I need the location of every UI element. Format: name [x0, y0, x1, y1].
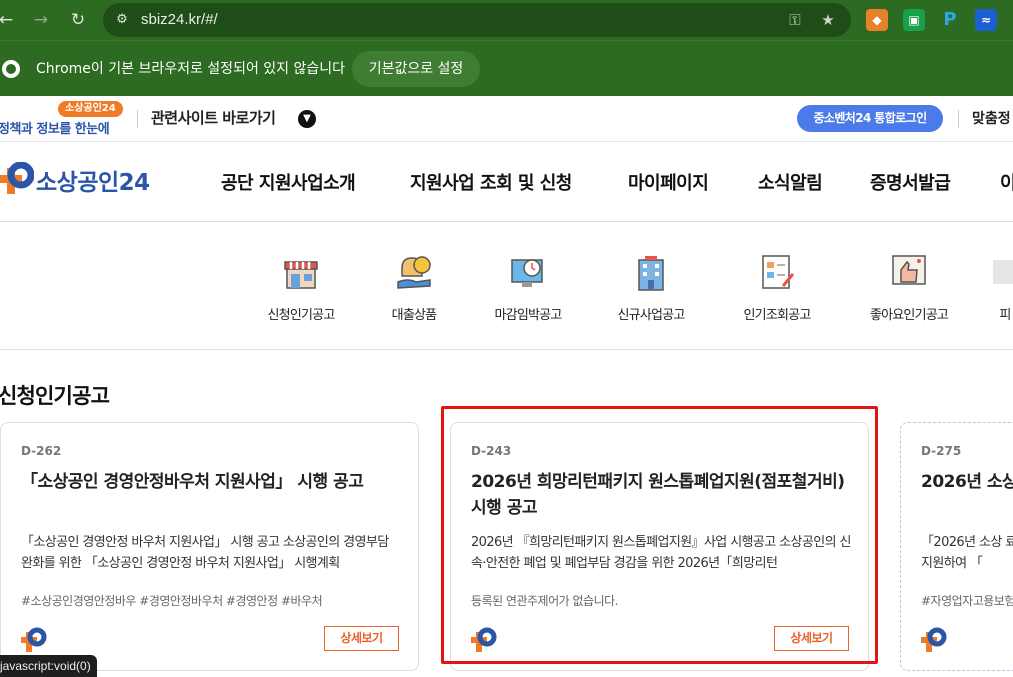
site-info-icon[interactable]: ⚙	[113, 11, 131, 29]
divider	[137, 110, 138, 128]
card-tags: #소상공인경영안정바우 #경영안정바우처 #경영안정 #바우처	[21, 594, 323, 608]
agency-logo-icon	[921, 627, 947, 652]
chrome-icon	[2, 60, 20, 78]
card-title[interactable]: 2026년 소상	[921, 469, 1013, 495]
announcement-card[interactable]: D-262 「소상공인 경영안정바우처 지원사업」 시행 공고 「소상공인 경영…	[0, 422, 419, 671]
key-icon[interactable]: ⚿	[785, 11, 805, 29]
quick-label: 인기조회공고	[743, 308, 812, 323]
dday-badge: D-275	[921, 444, 962, 458]
quick-label: 피	[999, 308, 1011, 323]
agency-logo-icon	[21, 627, 47, 652]
coin-hand-icon	[397, 256, 431, 289]
highlight-box	[441, 406, 878, 664]
brand-badge: 소상공인24	[58, 101, 123, 117]
integrated-login-button[interactable]: 중소벤처24 통합로그인	[797, 105, 943, 132]
quick-new[interactable]: 신규사업공고	[601, 252, 701, 332]
card-tags: #자영업자고용보험	[921, 594, 1013, 608]
dday-badge: D-262	[21, 444, 62, 458]
quick-label: 마감임박공고	[494, 308, 563, 323]
card-description: 「소상공인 경영안정 바우처 지원사업」 시행 공고 소상공인의 경영부담 완화…	[21, 535, 389, 571]
quick-loan[interactable]: 대출상품	[364, 252, 464, 332]
clipboard-icon	[762, 255, 795, 289]
status-url-tooltip: javascript:void(0)	[0, 655, 97, 677]
section-title: 신청인기공고	[0, 384, 110, 408]
wave-extension-icon[interactable]: ≈	[975, 9, 997, 31]
quick-label: 신규사업공고	[617, 308, 686, 323]
quick-label: 신청인기공고	[267, 308, 336, 323]
slogan: 정책과 정보를 한눈에	[0, 122, 110, 137]
quick-label: 대출상품	[391, 308, 437, 323]
fox-extension-icon[interactable]: ◆	[866, 9, 888, 31]
quick-menu: 신청인기공고 대출상품 마감임박공고 신규사업공고 인기조회공고 좋아요인기공고…	[0, 222, 1013, 350]
infobar-message: Chrome이 기본 브라우저로 설정되어 있지 않습니다	[36, 61, 346, 77]
browser-toolbar: ← → ↻ ⚙ sbiz24.kr/#/ ⚿ ★ ◆ ▣ P ≈	[0, 0, 1013, 40]
default-browser-infobar: Chrome이 기본 브라우저로 설정되어 있지 않습니다 기본값으로 설정	[0, 40, 1013, 96]
announcement-card[interactable]: D-275 2026년 소상 「2026년 소상 료를 지원하여 「 #자영업자…	[900, 422, 1013, 671]
custom-link[interactable]: 맞춤정	[972, 108, 1011, 128]
logo-icon[interactable]	[0, 162, 34, 196]
quick-popular-view[interactable]: 인기조회공고	[727, 252, 827, 332]
detail-button[interactable]: 상세보기	[324, 626, 399, 651]
quick-liked[interactable]: 좋아요인기공고	[859, 252, 959, 332]
menu-about[interactable]: 공단 지원사업소개	[221, 169, 356, 195]
card-title[interactable]: 「소상공인 경영안정바우처 지원사업」 시행 공고	[21, 469, 401, 495]
store-icon	[284, 261, 318, 289]
menu-mypage[interactable]: 마이페이지	[628, 169, 709, 195]
quick-more[interactable]: 피	[955, 252, 1013, 332]
partial-icon	[993, 260, 1013, 284]
divider	[958, 110, 959, 128]
menu-support-search[interactable]: 지원사업 조회 및 신청	[410, 169, 572, 195]
menu-more[interactable]: 이	[1000, 169, 1013, 195]
related-sites-link[interactable]: 관련사이트 바로가기	[151, 107, 276, 128]
main-navigation: 소상공인24 공단 지원사업소개 지원사업 조회 및 신청 마이페이지 소식알림…	[0, 142, 1013, 222]
bookmark-star-icon[interactable]: ★	[818, 11, 838, 29]
chevron-down-icon[interactable]: ▼	[298, 110, 316, 128]
quick-deadline[interactable]: 마감임박공고	[478, 252, 578, 332]
back-arrow-icon[interactable]: ←	[0, 8, 18, 32]
url-text[interactable]: sbiz24.kr/#/	[141, 3, 218, 37]
set-default-button[interactable]: 기본값으로 설정	[352, 51, 480, 87]
building-icon	[638, 256, 664, 291]
menu-certificate[interactable]: 증명서발급	[870, 169, 951, 195]
address-bar[interactable]: ⚙ sbiz24.kr/#/ ⚿ ★	[103, 3, 851, 37]
quick-label: 좋아요인기공고	[869, 308, 949, 323]
green-extension-icon[interactable]: ▣	[903, 9, 925, 31]
logo-text[interactable]: 소상공인24	[36, 163, 150, 197]
alarm-monitor-icon	[511, 259, 543, 287]
menu-news[interactable]: 소식알림	[758, 169, 823, 195]
p-extension-icon[interactable]: P	[939, 9, 961, 31]
thumbs-up-icon	[892, 255, 926, 285]
utility-bar: 소상공인24 정책과 정보를 한눈에 관련사이트 바로가기 ▼ 중소벤처24 통…	[0, 96, 1013, 142]
quick-popular-apply[interactable]: 신청인기공고	[251, 252, 351, 332]
forward-arrow-icon[interactable]: →	[29, 8, 53, 32]
card-description: 「2026년 소상 료를 지원하여 「	[921, 535, 1013, 571]
reload-icon[interactable]: ↻	[66, 8, 90, 32]
